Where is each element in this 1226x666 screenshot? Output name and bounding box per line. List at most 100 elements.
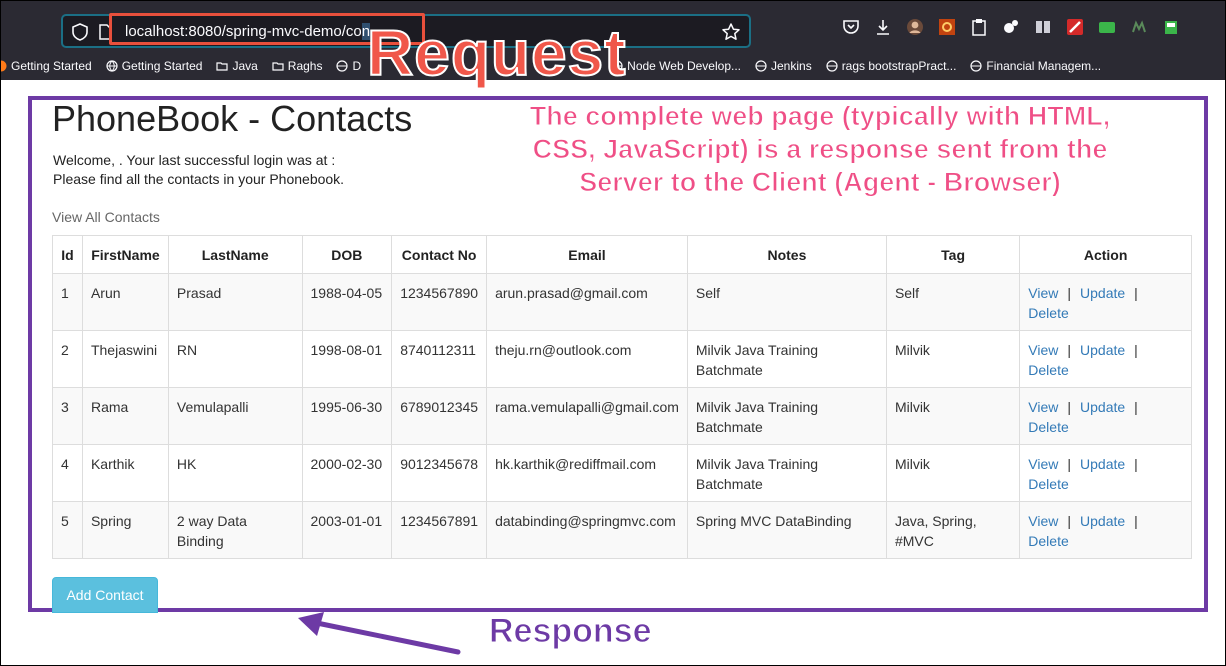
column-header-email: Email xyxy=(486,235,688,274)
cell-firstname: Spring xyxy=(81,501,169,559)
delete-link[interactable]: Delete xyxy=(1028,533,1068,549)
cell-tag: Milvik xyxy=(885,387,1021,445)
cell-tag: Milvik xyxy=(885,444,1021,502)
table-row: 1 Arun Prasad 1988-04-05 1234567890 arun… xyxy=(52,273,1192,331)
cell-id: 2 xyxy=(52,330,83,388)
cell-notes: Milvik Java Training Batchmate xyxy=(686,444,887,502)
table-header-row: Id FirstName LastName DOB Contact No Ema… xyxy=(52,235,1192,274)
globe-icon xyxy=(755,60,767,72)
action-separator: | xyxy=(1134,399,1138,415)
clipboard-icon[interactable] xyxy=(969,17,989,37)
delete-link[interactable]: Delete xyxy=(1028,476,1068,492)
toolbar-icons xyxy=(841,17,1181,37)
globe-icon xyxy=(336,60,349,72)
update-link[interactable]: Update xyxy=(1080,285,1125,301)
action-separator: | xyxy=(1067,399,1072,415)
action-separator: | xyxy=(1067,342,1072,358)
bookmark-item[interactable]: D xyxy=(336,59,361,73)
green-tag-icon[interactable] xyxy=(1161,17,1181,37)
bookmark-label: Getting Started xyxy=(11,59,92,73)
view-link[interactable]: View xyxy=(1028,285,1058,301)
cell-notes: Self xyxy=(686,273,887,331)
action-separator: | xyxy=(1067,285,1072,301)
action-separator: | xyxy=(1067,456,1072,472)
cell-contact-no: 1234567891 xyxy=(391,501,488,559)
cell-lastname: HK xyxy=(167,444,303,502)
delete-link[interactable]: Delete xyxy=(1028,305,1068,321)
view-all-contacts-link[interactable]: View All Contacts xyxy=(52,209,160,225)
delete-link[interactable]: Delete xyxy=(1028,362,1068,378)
view-link[interactable]: View xyxy=(1028,399,1058,415)
view-link[interactable]: View xyxy=(1028,513,1058,529)
cell-id: 5 xyxy=(52,501,83,559)
delete-link[interactable]: Delete xyxy=(1028,419,1068,435)
green-extension-icon[interactable] xyxy=(1097,17,1117,37)
request-annotation: Request xyxy=(366,16,627,90)
cell-lastname: RN xyxy=(167,330,303,388)
extension-gear-icon[interactable] xyxy=(937,17,957,37)
cell-action: View | Update | Delete xyxy=(1019,273,1192,331)
folder-icon xyxy=(216,60,229,72)
column-header-contact-no: Contact No xyxy=(391,235,488,274)
column-header-notes: Notes xyxy=(686,235,887,274)
cell-action: View | Update | Delete xyxy=(1019,444,1192,502)
cell-email: hk.karthik@rediffmail.com xyxy=(486,444,688,502)
puzzle-extension-icon[interactable] xyxy=(1001,17,1021,37)
add-contact-button[interactable]: Add Contact xyxy=(52,577,158,613)
response-annotation: Response xyxy=(489,612,652,651)
reader-book-icon[interactable] xyxy=(1033,17,1053,37)
download-icon[interactable] xyxy=(873,17,893,37)
cell-lastname: Prasad xyxy=(167,273,303,331)
shield-icon[interactable] xyxy=(71,23,89,46)
action-separator: | xyxy=(1067,513,1072,529)
pocket-icon[interactable] xyxy=(841,17,861,37)
globe-icon xyxy=(970,60,983,72)
column-header-action: Action xyxy=(1019,235,1192,274)
table-row: 2 Thejaswini RN 1998-08-01 8740112311 th… xyxy=(52,330,1192,388)
bookmark-label: rags bootstrapPract... xyxy=(841,59,957,73)
cell-email: databinding@springmvc.com xyxy=(486,501,688,559)
column-header-firstname: FirstName xyxy=(81,235,169,274)
cell-action: View | Update | Delete xyxy=(1019,330,1192,388)
update-link[interactable]: Update xyxy=(1080,513,1125,529)
folder-icon xyxy=(272,60,284,72)
firefox-icon xyxy=(1,60,7,72)
bookmark-item[interactable]: Getting Started xyxy=(106,59,202,73)
action-separator: | xyxy=(1134,513,1138,529)
contacts-table: Id FirstName LastName DOB Contact No Ema… xyxy=(52,235,1192,559)
cell-email: rama.vemulapalli@gmail.com xyxy=(486,387,688,445)
bookmark-folder[interactable]: Java xyxy=(216,59,258,73)
cell-action: View | Update | Delete xyxy=(1019,387,1192,445)
bookmark-item[interactable]: Getting Started xyxy=(1,59,92,73)
cell-id: 1 xyxy=(52,273,83,331)
m-extension-icon[interactable] xyxy=(1129,17,1149,37)
bookmark-item[interactable]: Node Web Develop... xyxy=(611,59,741,73)
cell-id: 4 xyxy=(52,444,83,502)
cell-dob: 1988-04-05 xyxy=(301,273,393,331)
update-link[interactable]: Update xyxy=(1080,342,1125,358)
bookmark-star-icon[interactable] xyxy=(721,22,741,47)
cell-lastname: 2 way Data Binding xyxy=(167,501,303,559)
bookmark-label: Jenkins xyxy=(771,59,812,73)
cell-dob: 2003-01-01 xyxy=(301,501,393,559)
bookmark-item[interactable]: Jenkins xyxy=(755,59,812,73)
bookmark-folder[interactable]: Raghs xyxy=(272,59,322,73)
action-separator: | xyxy=(1134,456,1138,472)
bookmark-item[interactable]: Financial Managem... xyxy=(970,59,1101,73)
cell-lastname: Vemulapalli xyxy=(167,387,303,445)
red-extension-icon[interactable] xyxy=(1065,17,1085,37)
view-link[interactable]: View xyxy=(1028,456,1058,472)
table-row: 5 Spring 2 way Data Binding 2003-01-01 1… xyxy=(52,501,1192,559)
update-link[interactable]: Update xyxy=(1080,399,1125,415)
profile-avatar-icon[interactable] xyxy=(905,17,925,37)
cell-id: 3 xyxy=(52,387,83,445)
welcome-line: Please find all the contacts in your Pho… xyxy=(53,171,345,187)
bookmark-label: Java xyxy=(232,59,258,73)
response-explanation-annotation: The complete web page (typically with HT… xyxy=(529,101,1111,198)
update-link[interactable]: Update xyxy=(1080,456,1125,472)
page-title: PhoneBook - Contacts xyxy=(52,98,413,139)
bookmark-item[interactable]: rags bootstrapPract... xyxy=(826,59,957,73)
view-link[interactable]: View xyxy=(1028,342,1058,358)
cell-tag: Java, Spring, #MVC xyxy=(885,501,1021,559)
action-separator: | xyxy=(1134,285,1138,301)
